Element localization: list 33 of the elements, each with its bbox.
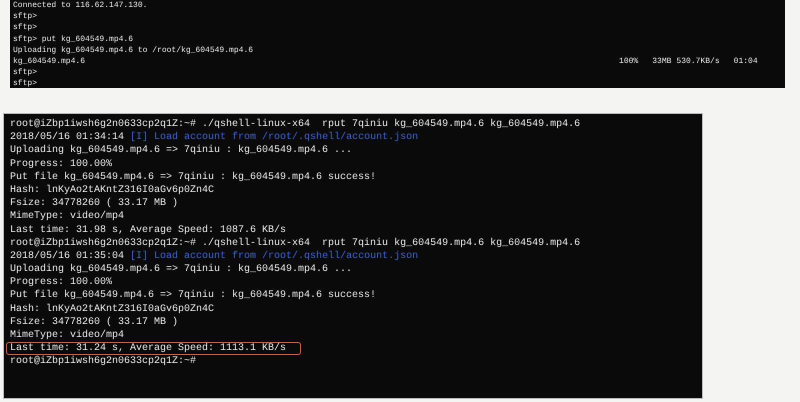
terminal-text: Hash: lnKyAo2tAKntZ316I0aGv6p0Zn4C	[10, 302, 214, 316]
progress-percent: 100%	[619, 56, 638, 68]
terminal-line: sftp>	[13, 11, 38, 22]
terminal-line: sftp>	[13, 78, 38, 88]
terminal-line: Connected to 116.62.147.130.	[13, 0, 148, 12]
terminal-text: root@iZbp1iwsh6g2n0633cp2q1Z:~# ./qshell-linux-x64 rput 7qiniu kg_604549.mp4.6 kg_604549.mp4.6	[10, 118, 580, 132]
log-info-text: [I] Load account from /root/.qshell/account.json	[130, 250, 418, 264]
terminal-line: Uploading kg_604549.mp4.6 to /root/kg_604549.mp4.6	[13, 44, 254, 56]
terminal-text: Progress: 100.00%	[10, 158, 112, 171]
terminal-text: Uploading kg_604549.mp4.6 => 7qiniu : kg_604549.mp4.6 ...	[10, 263, 352, 276]
terminal-line: sftp>	[13, 67, 38, 78]
log-info-text: [I] Load account from /root/.qshell/account.json	[130, 131, 418, 144]
terminal-text: Uploading kg_604549.mp4.6 => 7qiniu : kg_604549.mp4.6 ...	[10, 144, 352, 158]
terminal-text: Put file kg_604549.mp4.6 => 7qiniu : kg_604549.mp4.6 success!	[10, 170, 376, 184]
progress-time: 01:04	[734, 56, 758, 68]
terminal-text: MimeType: video/mp4	[10, 210, 124, 224]
terminal-text: Hash: lnKyAo2tAKntZ316I0aGv6p0Zn4C	[10, 184, 214, 198]
terminal-line: sftp>	[13, 22, 38, 34]
terminal-line: sftp> put kg_604549.mp4.6	[13, 34, 134, 45]
terminal-text: Fsize: 34778260 ( 33.17 MB )	[10, 316, 178, 330]
terminal-text: Fsize: 34778260 ( 33.17 MB )	[10, 197, 178, 210]
terminal-text: 2018/05/16 01:35:04	[10, 250, 126, 264]
terminal-text: Progress: 100.00%	[10, 276, 112, 290]
terminal-text: Put file kg_604549.mp4.6 => 7qiniu : kg_604549.mp4.6 success!	[10, 289, 376, 303]
terminal-text: MimeType: video/mp4	[10, 329, 124, 342]
terminal-text: 2018/05/16 01:34:14	[10, 131, 126, 144]
terminal-line: kg_604549.mp4.6	[13, 56, 86, 68]
terminal-text: Last time: 31.98 s, Average Speed: 1087.6 KB/s	[10, 224, 286, 237]
terminal-text: root@iZbp1iwsh6g2n0633cp2q1Z:~# ./qshell-linux-x64 rput 7qiniu kg_604549.mp4.6 kg_604549.mp4.6	[10, 236, 580, 250]
progress-size: 33MB	[652, 56, 672, 68]
terminal-text: Last time: 31.24 s, Average Speed: 1113.1 KB/s	[10, 342, 286, 356]
terminal-text: root@iZbp1iwsh6g2n0633cp2q1Z:~#	[10, 355, 196, 369]
progress-speed: 530.7KB/s	[676, 56, 720, 68]
